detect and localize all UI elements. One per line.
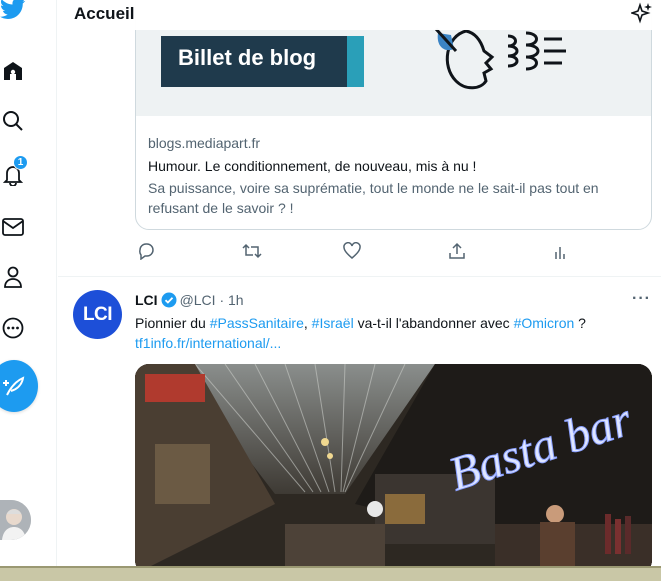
card-title: Humour. Le conditionnement, de nouveau, … — [148, 158, 477, 174]
tweet-photo[interactable]: Basta bar — [135, 364, 652, 574]
bottom-bar — [0, 566, 661, 581]
notification-badge: 1 — [13, 155, 28, 170]
home-icon[interactable] — [0, 58, 26, 84]
hashtag-omicron[interactable]: #Omicron — [514, 315, 575, 331]
tweet-time[interactable]: 1h — [228, 292, 244, 308]
share-icon[interactable] — [448, 242, 466, 265]
hashtag-israel[interactable]: #Israël — [312, 315, 354, 331]
tweet-text-part: ? — [574, 315, 586, 331]
sidebar-nav: 1 — [0, 0, 57, 568]
blog-banner-accent — [347, 36, 364, 87]
hashtag-passsanitaire[interactable]: #PassSanitaire — [210, 315, 304, 331]
analytics-icon[interactable] — [553, 242, 567, 265]
page-title: Accueil — [74, 4, 135, 23]
tweet-text-part: va-t-il l'abandonner avec — [353, 315, 514, 331]
tweet-divider — [58, 276, 661, 277]
sparkle-icon[interactable] — [629, 2, 653, 29]
blog-banner-text: Billet de blog — [178, 45, 317, 70]
compose-tweet-button[interactable] — [0, 360, 38, 412]
blog-banner: Billet de blog — [161, 36, 364, 87]
twitter-logo-icon[interactable] — [0, 0, 26, 22]
retweet-icon[interactable] — [242, 242, 262, 265]
lci-avatar-text: LCI — [82, 303, 113, 325]
more-options-icon[interactable]: ··· — [632, 290, 651, 308]
profile-icon[interactable] — [0, 264, 26, 290]
card-body: blogs.mediapart.fr Humour. Le conditionn… — [148, 133, 643, 218]
tweet-link[interactable]: tf1info.fr/international/... — [135, 333, 655, 353]
tweet-action-bar — [135, 242, 565, 264]
lci-avatar[interactable]: LCI — [73, 290, 122, 339]
feather-plus-icon — [3, 376, 25, 396]
reply-icon[interactable] — [137, 242, 155, 265]
like-icon[interactable] — [343, 242, 361, 265]
card-description: Sa puissance, voire sa suprématie, tout … — [148, 180, 599, 216]
search-icon[interactable] — [0, 108, 26, 134]
tweet-text: Pionnier du #PassSanitaire, #Israël va-t… — [135, 313, 655, 353]
verified-badge-icon — [161, 292, 177, 308]
tweet-header: LCI @LCI · 1h — [135, 291, 244, 309]
market-photo: Basta bar — [135, 364, 652, 574]
link-preview-card[interactable]: Billet de blog blogs.mediapart.fr Humour… — [135, 0, 652, 230]
author-name[interactable]: LCI — [135, 292, 158, 308]
meta-separator: · — [219, 292, 225, 308]
account-avatar[interactable] — [0, 500, 31, 540]
timeline-header: Accueil — [58, 0, 661, 30]
tweet-text-part: Pionnier du — [135, 315, 210, 331]
tweet-text-part: , — [303, 315, 312, 331]
author-handle[interactable]: @LCI — [180, 292, 216, 308]
more-circle-icon[interactable] — [0, 315, 26, 341]
mail-icon[interactable] — [0, 214, 26, 240]
speaking-face-illustration — [434, 27, 566, 90]
card-domain: blogs.mediapart.fr — [148, 135, 261, 151]
